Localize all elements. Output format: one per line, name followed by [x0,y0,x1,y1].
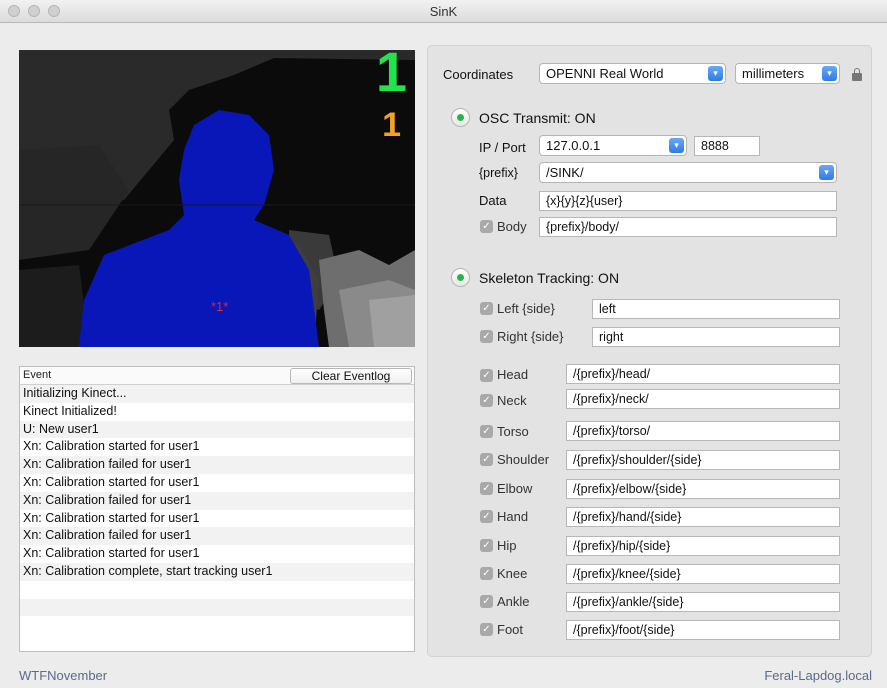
body-label: Body [497,219,527,234]
list-item: U: New user1 [20,420,414,439]
event-log-header: Event Clear Eventlog [20,367,414,385]
ankle-checkbox[interactable]: ✓ [480,595,493,608]
list-item: Xn: Calibration started for user1 [23,510,200,525]
joint-label-neck: Neck [497,393,527,408]
joint-path-knee[interactable]: /{prefix}/knee/{side} [566,564,840,584]
joint-path-head[interactable]: /{prefix}/head/ [566,364,840,384]
list-item: Kinect Initialized! [23,403,117,418]
clear-eventlog-button[interactable]: Clear Eventlog [290,368,412,384]
event-list: Initializing Kinect... Kinect Initialize… [20,385,414,634]
hip-checkbox[interactable]: ✓ [480,539,493,552]
user-count: 1 [375,50,407,103]
joint-path-foot[interactable]: /{prefix}/foot/{side} [566,620,840,640]
joint-path-ankle[interactable]: /{prefix}/ankle/{side} [566,592,840,612]
chevron-down-icon: ▾ [819,165,834,180]
joint-label-ankle: Ankle [497,594,530,609]
shoulder-checkbox[interactable]: ✓ [480,453,493,466]
joint-label-foot: Foot [497,622,524,637]
data-label: Data [479,193,507,208]
ip-address-value: 127.0.0.1 [546,138,601,153]
skeleton-tracking-toggle[interactable] [451,268,470,287]
skeleton-tracking-status: Skeleton Tracking: ON [479,270,620,286]
elbow-checkbox[interactable]: ✓ [480,482,493,495]
units-select[interactable]: millimeters ▾ [735,63,840,84]
window-title: SinK [429,4,458,19]
title-bar: SinK [0,0,887,23]
lock-icon[interactable] [852,68,862,81]
neck-checkbox[interactable]: ✓ [480,394,493,407]
depth-view: 1 1 *1* [19,50,415,347]
footer-hostname: Feral-Lapdog.local [764,668,872,683]
right-side-label: Right {side} [497,329,564,344]
right-side-checkbox[interactable]: ✓ [480,330,493,343]
body-path-field[interactable]: {prefix}/body/ [539,217,837,237]
data-format-field[interactable]: {x}{y}{z}{user} [539,191,837,211]
left-side-checkbox[interactable]: ✓ [480,302,493,315]
list-item [20,598,414,617]
left-side-field[interactable]: left [592,299,840,319]
joint-label-elbow: Elbow [497,481,533,496]
chevron-down-icon: ▾ [708,66,723,81]
osc-transmit-toggle[interactable] [451,108,470,127]
joint-path-elbow[interactable]: /{prefix}/elbow/{side} [566,479,840,499]
joint-label-torso: Torso [497,424,529,439]
joint-label-knee: Knee [497,566,528,581]
ip-port-label: IP / Port [479,140,526,155]
joint-path-hip[interactable]: /{prefix}/hip/{side} [566,536,840,556]
list-item [20,581,414,599]
list-item: Xn: Calibration complete, start tracking… [20,562,414,581]
joint-path-torso[interactable]: /{prefix}/torso/ [566,421,840,441]
prefix-label: {prefix} [479,166,518,180]
right-side-field[interactable]: right [592,327,840,347]
joint-label-hip: Hip [497,538,517,553]
port-field[interactable]: 8888 [694,136,760,156]
foot-checkbox[interactable]: ✓ [480,623,493,636]
units-value: millimeters [742,66,805,81]
list-item: Xn: Calibration started for user1 [23,439,200,454]
body-checkbox[interactable]: ✓ [480,220,493,233]
joint-label-shoulder: Shoulder [497,452,550,467]
list-item: Xn: Calibration started for user1 [23,546,200,561]
footer-left-label: WTFNovember [19,668,108,683]
tracked-count: 1 [382,106,401,144]
list-item: Xn: Calibration failed for user1 [20,456,414,474]
prefix-value: /SINK/ [546,165,584,180]
list-item: Xn: Calibration failed for user1 [20,491,414,510]
osc-transmit-status: OSC Transmit: ON [479,110,596,126]
ip-address-combo[interactable]: 127.0.0.1 ▾ [539,135,687,156]
list-item: Xn: Calibration failed for user1 [20,527,414,546]
joint-path-hand[interactable]: /{prefix}/hand/{side} [566,507,840,527]
list-item [20,616,414,634]
head-checkbox[interactable]: ✓ [480,369,493,382]
joint-label-head: Head [497,367,529,382]
coordinate-system-value: OPENNI Real World [546,66,664,81]
event-log[interactable]: Event Clear Eventlog Initializing Kinect… [19,366,415,652]
joint-path-neck[interactable]: /{prefix}/neck/ [566,389,840,409]
chevron-down-icon: ▾ [669,138,684,153]
knee-checkbox[interactable]: ✓ [480,567,493,580]
left-side-label: Left {side} [497,301,555,316]
prefix-combo[interactable]: /SINK/ ▾ [539,162,837,183]
list-item: Xn: Calibration started for user1 [23,474,200,489]
user-marker: *1* [211,299,229,314]
joint-label-hand: Hand [497,509,529,524]
torso-checkbox[interactable]: ✓ [480,425,493,438]
coordinates-label: Coordinates [443,67,514,82]
event-column-header[interactable]: Event [23,369,51,381]
hand-checkbox[interactable]: ✓ [480,510,493,523]
list-item: Initializing Kinect... [20,385,414,403]
joint-path-shoulder[interactable]: /{prefix}/shoulder/{side} [566,450,840,470]
coordinate-system-select[interactable]: OPENNI Real World ▾ [539,63,726,84]
chevron-down-icon: ▾ [822,66,837,81]
